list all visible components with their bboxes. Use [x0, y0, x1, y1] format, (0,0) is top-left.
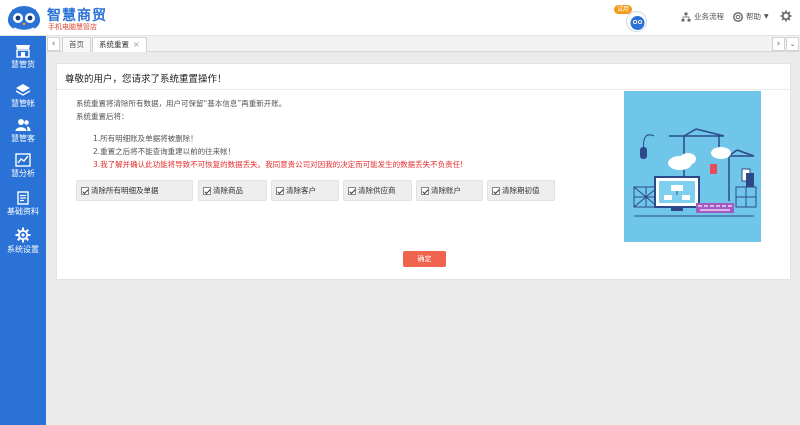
tab-system-reset[interactable]: 系统重置 ×	[92, 37, 147, 52]
reset-point-1: 1.所有明细账及单据将被删除！	[93, 134, 198, 143]
sidebar: 慧管货 慧管帐 慧管客 慧分析 基础资料 系统设置	[0, 36, 46, 425]
checkbox-label: 清除客户	[286, 186, 316, 195]
gear-icon	[15, 227, 31, 243]
sidebar-item-label: 慧管客	[11, 134, 35, 143]
help-label: 帮助	[746, 12, 761, 21]
checkbox-checked-icon[interactable]	[492, 186, 500, 195]
checkbox-label: 清除供应商	[358, 186, 396, 195]
system-illustration	[624, 91, 761, 242]
business-flow-label: 业务流程	[694, 12, 724, 21]
lifebuoy-icon	[733, 11, 743, 22]
help-menu[interactable]: 帮助 ▼	[733, 11, 769, 22]
tab-home[interactable]: 首页	[62, 37, 91, 52]
sitemap-icon	[681, 12, 691, 21]
top-header: 智慧商贸 手机电脑慧管店 试用 业务流程 帮助 ▼	[0, 0, 800, 36]
store-icon	[16, 45, 30, 58]
checkbox-label: 清除商品	[213, 186, 243, 195]
checkbox-checked-icon[interactable]	[348, 186, 356, 195]
sidebar-item-label: 慧管货	[11, 60, 35, 69]
close-icon[interactable]: ×	[133, 40, 140, 49]
sidebar-item-basic-data[interactable]: 基础资料	[0, 191, 46, 221]
sidebar-item-label: 慧管帐	[11, 99, 35, 108]
reset-point-2: 2.重置之后将不能查询重建以前的往来帐！	[93, 147, 236, 156]
brand-subtitle: 手机电脑慧管店	[48, 23, 97, 31]
chevron-down-icon: ⌄	[789, 40, 796, 48]
clear-suppliers-checkbox[interactable]: 清除供应商	[343, 180, 412, 201]
reset-warning: 3.我了解并确认此功能将导致不可恢复的数据丢失。我同意贵公司对因我的决定而可能发…	[93, 160, 464, 169]
reset-description: 系统重置将清除所有数据，用户可保留“基本信息”再重新开账。	[76, 99, 287, 108]
tab-label: 首页	[69, 40, 84, 49]
checkbox-label: 清除期初值	[502, 186, 540, 195]
reset-after-label: 系统重置后将：	[76, 112, 129, 121]
tab-scroll-right[interactable]: ›	[772, 37, 785, 51]
clear-opening-values-checkbox[interactable]: 清除期初值	[487, 180, 555, 201]
checkbox-checked-icon[interactable]	[421, 186, 429, 195]
trial-badge: 试用	[614, 5, 633, 14]
tab-menu-dropdown[interactable]: ⌄	[786, 37, 799, 51]
tab-scroll-left[interactable]: ‹	[47, 37, 60, 51]
sidebar-item-label: 系统设置	[7, 245, 39, 254]
chevron-down-icon: ▼	[764, 13, 769, 20]
user-avatar-area[interactable]: 试用	[614, 5, 648, 33]
checkbox-checked-icon[interactable]	[81, 186, 89, 195]
reset-panel: 尊敬的用户，您请求了系统重置操作！ 系统重置将清除所有数据，用户可保留“基本信息…	[56, 63, 791, 280]
clear-customers-checkbox[interactable]: 清除客户	[271, 180, 339, 201]
checkbox-label: 清除账户	[431, 186, 461, 195]
clear-accounts-checkbox[interactable]: 清除账户	[416, 180, 483, 201]
avatar[interactable]	[626, 11, 647, 32]
sidebar-item-label: 基础资料	[7, 207, 39, 216]
sidebar-item-goods[interactable]: 慧管货	[0, 44, 46, 74]
settings-gear-icon[interactable]	[780, 10, 792, 22]
chart-icon	[15, 153, 31, 167]
clear-details-checkbox[interactable]: 清除所有明细及单据	[76, 180, 193, 201]
confirm-button[interactable]: 确定	[403, 251, 446, 267]
checkbox-checked-icon[interactable]	[203, 186, 211, 195]
document-icon	[17, 191, 29, 205]
tab-label: 系统重置	[99, 40, 129, 49]
ledger-icon	[15, 84, 31, 96]
sidebar-item-analysis[interactable]: 慧分析	[0, 153, 46, 183]
page-title: 尊敬的用户，您请求了系统重置操作！	[65, 74, 227, 85]
divider	[57, 89, 790, 90]
sidebar-item-accounts[interactable]: 慧管帐	[0, 83, 46, 113]
tab-bar: ‹ 首页 系统重置 × › ⌄	[46, 36, 800, 52]
chevron-right-icon: ›	[776, 39, 781, 49]
sidebar-item-label: 慧分析	[11, 169, 35, 178]
sidebar-item-settings[interactable]: 系统设置	[0, 227, 46, 257]
customers-icon	[15, 119, 31, 131]
logo-icon	[8, 6, 40, 32]
business-flow-link[interactable]: 业务流程	[681, 11, 724, 22]
checkbox-label: 清除所有明细及单据	[91, 186, 159, 195]
clear-goods-checkbox[interactable]: 清除商品	[198, 180, 267, 201]
chevron-left-icon: ‹	[51, 39, 56, 49]
user-avatar-icon	[630, 16, 645, 30]
sidebar-item-customers[interactable]: 慧管客	[0, 118, 46, 148]
checkbox-checked-icon[interactable]	[276, 186, 284, 195]
